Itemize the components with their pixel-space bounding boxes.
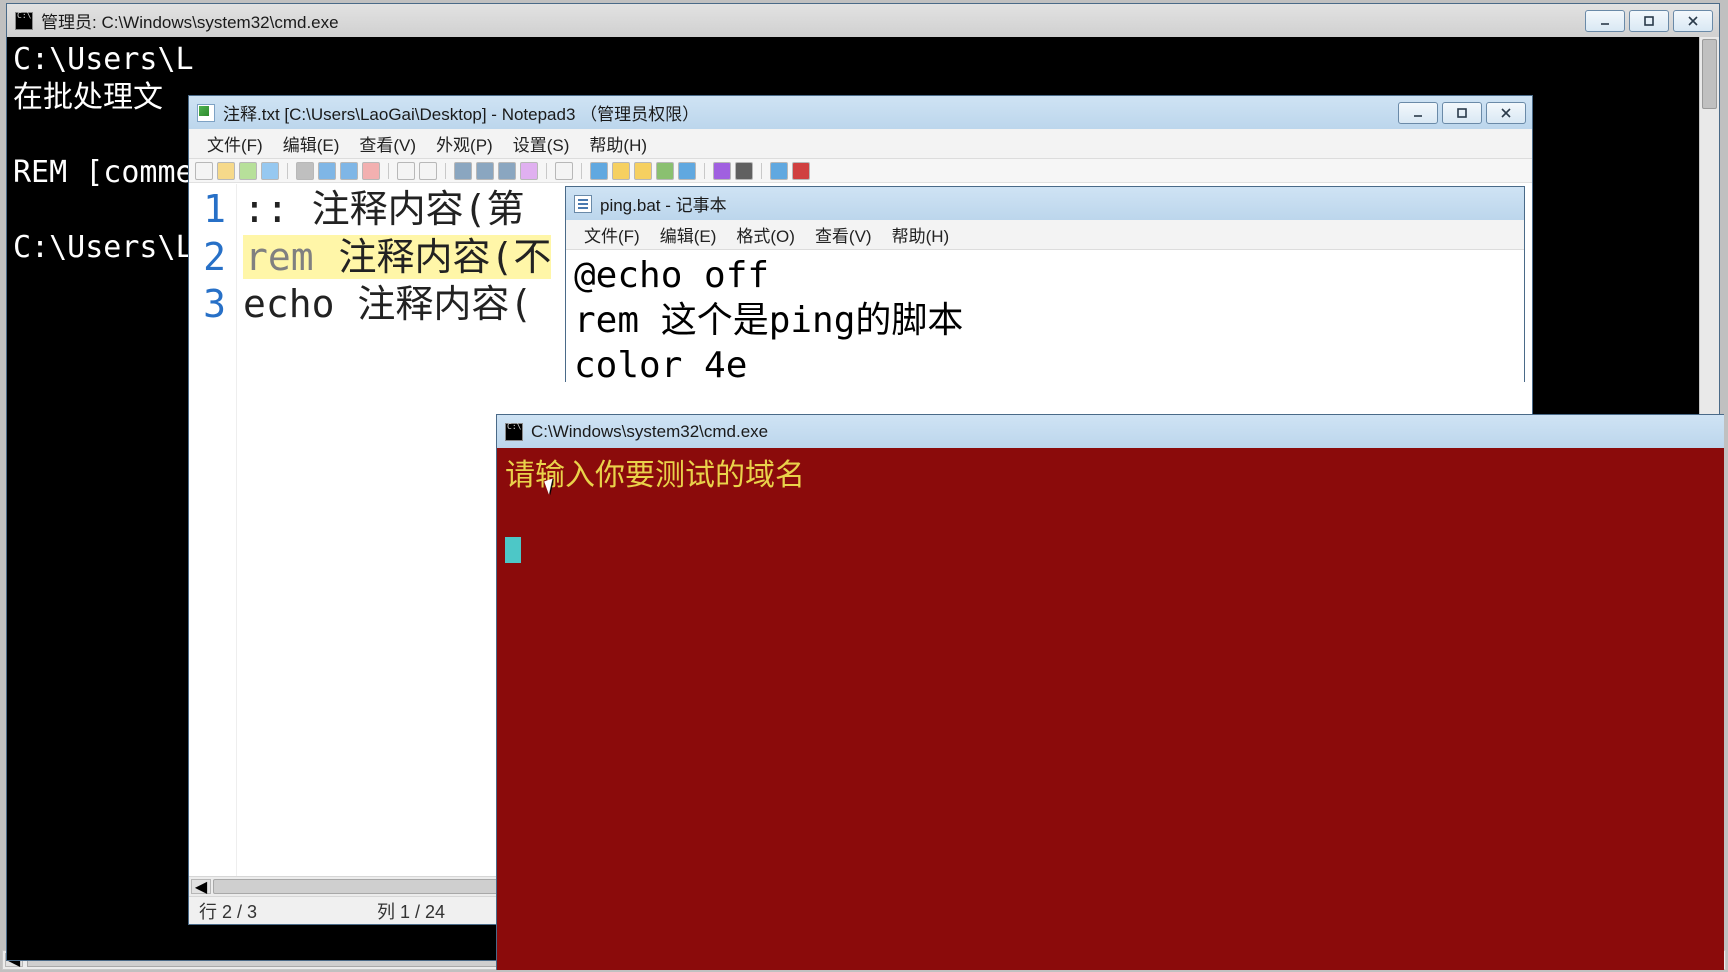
toolbar-separator	[581, 163, 582, 179]
menu-view[interactable]: 查看(V)	[805, 220, 882, 249]
toolbar-button[interactable]	[555, 162, 573, 180]
cmd-color-window: C:\Windows\system32\cmd.exe 请输入你要测试的域名	[496, 414, 1724, 970]
toolbar-button[interactable]	[318, 162, 336, 180]
notepad-title: ping.bat - 记事本	[600, 191, 1518, 216]
cmd-color-output[interactable]: 请输入你要测试的域名	[497, 448, 1724, 970]
toolbar-button[interactable]	[362, 162, 380, 180]
menu-settings[interactable]: 设置(S)	[503, 129, 580, 158]
toolbar-button[interactable]	[195, 162, 213, 180]
line-number: 1	[193, 186, 226, 234]
cmd-line: C:\Users\L	[13, 230, 194, 265]
status-row: 行 2 / 3	[199, 898, 257, 924]
cmd-admin-titlebar[interactable]: 管理员: C:\Windows\system32\cmd.exe	[7, 4, 1719, 37]
toolbar-button[interactable]	[476, 162, 494, 180]
menu-view[interactable]: 查看(V)	[349, 129, 426, 158]
toolbar-separator	[761, 163, 762, 179]
toolbar-button[interactable]	[217, 162, 235, 180]
toolbar-button[interactable]	[520, 162, 538, 180]
close-button[interactable]	[1486, 102, 1526, 124]
toolbar-button[interactable]	[296, 162, 314, 180]
toolbar-separator	[388, 163, 389, 179]
menu-format[interactable]: 格式(O)	[726, 220, 805, 249]
text-line: @echo off	[574, 255, 769, 296]
cmd-color-titlebar[interactable]: C:\Windows\system32\cmd.exe	[497, 415, 1724, 448]
toolbar-button[interactable]	[498, 162, 516, 180]
minimize-button[interactable]	[1398, 102, 1438, 124]
toolbar-button[interactable]	[656, 162, 674, 180]
toolbar-button[interactable]	[678, 162, 696, 180]
status-col: 列 1 / 24	[377, 898, 445, 924]
cmd-line: C:\Users\L	[13, 42, 194, 77]
menu-edit[interactable]: 编辑(E)	[650, 220, 727, 249]
notepad-window: ping.bat - 记事本 文件(F) 编辑(E) 格式(O) 查看(V) 帮…	[565, 186, 1525, 382]
notepad-app-icon	[574, 195, 592, 213]
notepad3-menubar: 文件(F) 编辑(E) 查看(V) 外观(P) 设置(S) 帮助(H)	[189, 129, 1532, 159]
line-number-gutter: 1 2 3	[189, 184, 237, 876]
scrollbar-thumb[interactable]	[1702, 39, 1717, 109]
keyword-rem: rem	[243, 235, 316, 279]
notepad-titlebar[interactable]: ping.bat - 记事本	[566, 187, 1524, 220]
cmd-line: REM [comme	[13, 155, 194, 190]
toolbar-button[interactable]	[735, 162, 753, 180]
toolbar-separator	[546, 163, 547, 179]
menu-file[interactable]: 文件(F)	[197, 129, 273, 158]
menu-file[interactable]: 文件(F)	[574, 220, 650, 249]
notepad3-toolbar	[189, 159, 1532, 183]
cmd-icon	[15, 12, 33, 30]
maximize-button[interactable]	[1629, 10, 1669, 32]
toolbar-button[interactable]	[590, 162, 608, 180]
toolbar-button[interactable]	[239, 162, 257, 180]
minimize-button[interactable]	[1585, 10, 1625, 32]
toolbar-separator	[445, 163, 446, 179]
notepad-text-area[interactable]: @echo off rem 这个是ping的脚本 color 4e echo 请…	[566, 251, 1524, 382]
notepad3-app-icon	[197, 104, 215, 122]
toolbar-button[interactable]	[713, 162, 731, 180]
toolbar-button[interactable]	[419, 162, 437, 180]
text-line: rem 这个是ping的脚本	[574, 300, 963, 341]
scroll-left-icon[interactable]: ◀	[191, 879, 211, 894]
cmd-line: 在批处理文	[13, 80, 163, 115]
toolbar-button[interactable]	[454, 162, 472, 180]
toolbar-button[interactable]	[261, 162, 279, 180]
toolbar-button[interactable]	[770, 162, 788, 180]
cmd-icon	[505, 423, 523, 441]
input-cursor	[505, 537, 521, 563]
notepad-menubar: 文件(F) 编辑(E) 格式(O) 查看(V) 帮助(H)	[566, 220, 1524, 250]
menu-help[interactable]: 帮助(H)	[882, 220, 960, 249]
toolbar-button[interactable]	[792, 162, 810, 180]
toolbar-separator	[287, 163, 288, 179]
line-number: 2	[193, 234, 226, 282]
toolbar-button[interactable]	[340, 162, 358, 180]
menu-help[interactable]: 帮助(H)	[579, 129, 657, 158]
cmd-admin-title: 管理员: C:\Windows\system32\cmd.exe	[41, 8, 1585, 33]
notepad3-titlebar[interactable]: 注释.txt [C:\Users\LaoGai\Desktop] - Notep…	[189, 96, 1532, 129]
toolbar-button[interactable]	[634, 162, 652, 180]
toolbar-button[interactable]	[397, 162, 415, 180]
toolbar-separator	[704, 163, 705, 179]
menu-edit[interactable]: 编辑(E)	[273, 129, 350, 158]
close-button[interactable]	[1673, 10, 1713, 32]
text-line: color 4e	[574, 345, 747, 382]
line-number: 3	[193, 281, 226, 329]
notepad3-title: 注释.txt [C:\Users\LaoGai\Desktop] - Notep…	[223, 100, 1398, 125]
cmd-color-title: C:\Windows\system32\cmd.exe	[531, 422, 1718, 442]
maximize-button[interactable]	[1442, 102, 1482, 124]
menu-appearance[interactable]: 外观(P)	[426, 129, 503, 158]
toolbar-button[interactable]	[612, 162, 630, 180]
